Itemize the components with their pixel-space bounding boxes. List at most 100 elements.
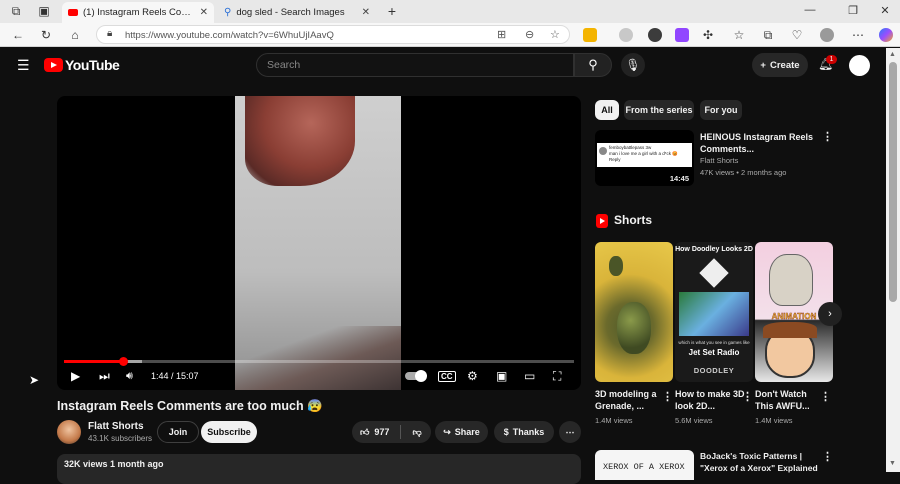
miniplayer-icon[interactable]: ▣ (496, 369, 507, 383)
thumbs-up-icon: 👍︎ (360, 426, 370, 437)
extension-icon[interactable] (583, 28, 597, 42)
chip-for-you[interactable]: For you (700, 100, 742, 120)
shorts-logo-icon (596, 214, 608, 228)
next-icon[interactable]: ⏭︎ (99, 369, 110, 383)
autoplay-toggle[interactable] (405, 370, 427, 382)
hamburger-menu-icon[interactable]: ☰ (17, 57, 30, 74)
video-options-icon[interactable]: ⋮ (822, 130, 833, 143)
zoom-icon[interactable]: ⊖ (525, 28, 534, 41)
collections-icon[interactable]: ⧉ (760, 27, 776, 43)
scroll-up-icon[interactable]: ▲ (889, 51, 896, 58)
video-shadow (235, 326, 401, 390)
copilot-icon[interactable] (879, 28, 893, 42)
restore-icon[interactable]: ❐ (843, 4, 863, 17)
minimize-icon[interactable]: — (800, 4, 820, 16)
channel-avatar[interactable] (57, 420, 81, 444)
like-dislike-group: 👍︎ 977 👎︎ (352, 421, 431, 443)
scroll-down-icon[interactable]: ▼ (889, 460, 896, 467)
workspaces-icon[interactable]: ⧉ (8, 3, 24, 19)
close-tab-icon[interactable]: ✕ (362, 7, 370, 18)
settings-gear-icon[interactable]: ⚙ (467, 369, 478, 383)
thumb-avatar (599, 147, 607, 155)
search-icon: ⚲ (588, 57, 598, 72)
short-bottom-caption: which is what you see in games like (678, 340, 750, 345)
shorts-next-button[interactable]: › (818, 302, 842, 326)
extensions-puzzle-icon[interactable]: ✣ (700, 27, 716, 43)
thanks-button[interactable]: $ Thanks (494, 421, 554, 443)
recommended-video-title[interactable]: BoJack's Toxic Patterns | "Xerox of a Xe… (700, 450, 820, 474)
back-icon[interactable]: ← (10, 27, 26, 43)
recommended-video-thumbnail[interactable]: femboybattlepass 3w man i love me a girl… (595, 130, 694, 186)
more-menu-icon[interactable]: ⋯ (850, 27, 866, 43)
close-tab-icon[interactable]: ✕ (200, 7, 208, 18)
short-thumbnail[interactable] (595, 242, 673, 382)
like-count: 977 (374, 427, 390, 437)
captions-icon[interactable]: CC (438, 371, 456, 382)
tab-youtube[interactable]: (1) Instagram Reels Comments ar ✕ (62, 2, 214, 23)
favorite-star-icon[interactable]: ☆ (550, 28, 560, 41)
recommended-video-title[interactable]: HEINOUS Instagram Reels Comments... (700, 131, 820, 155)
short-options-icon[interactable]: ⋮ (662, 390, 673, 403)
fullscreen-icon[interactable]: ⛶ (553, 369, 561, 383)
video-title: Instagram Reels Comments are too much 😰 (57, 399, 323, 413)
thumbnail-comment-screenshot: femboybattlepass 3w man i love me a girl… (597, 143, 692, 167)
search-input[interactable]: Search (256, 53, 574, 77)
description-box[interactable]: 32K views 1 month ago (57, 454, 581, 484)
grenade-image (617, 302, 651, 354)
short-options-icon[interactable]: ⋮ (742, 390, 753, 403)
thumb-reply: Reply (609, 157, 621, 162)
create-button[interactable]: + Create (752, 53, 808, 77)
share-button[interactable]: ↪ Share (435, 421, 488, 443)
short-title[interactable]: Don't Watch This AWFU... (755, 388, 825, 412)
refresh-icon[interactable]: ↻ (38, 27, 54, 43)
video-options-icon[interactable]: ⋮ (822, 450, 833, 463)
channel-name[interactable]: Flatt Shorts (88, 421, 144, 432)
join-button[interactable]: Join (157, 421, 199, 443)
short-title[interactable]: How to make 3D look 2D... (675, 388, 745, 412)
url-text: https://www.youtube.com/watch?v=6WhuUjIA… (125, 30, 334, 41)
extension-icon[interactable] (648, 28, 662, 42)
account-avatar[interactable] (849, 55, 870, 76)
short-views: 1.4M views (595, 416, 633, 425)
search-placeholder: Search (267, 59, 301, 71)
notifications-button[interactable]: 🔔︎ 1 (818, 55, 837, 71)
dislike-button[interactable]: 👎︎ (412, 427, 421, 438)
tab-actions-icon[interactable]: ▣ (36, 3, 52, 19)
favorites-icon[interactable]: ☆ (731, 27, 747, 43)
search-button[interactable]: ⚲ (574, 53, 612, 77)
game-screenshot (679, 292, 749, 336)
home-icon[interactable]: ⌂ (67, 27, 83, 43)
twitch-extension-icon[interactable] (675, 28, 689, 42)
video-player[interactable]: ▶ ⏭︎ 🔊︎ 1:44 / 15:07 CC ⚙ ▣ ▭ ⛶ (57, 96, 581, 390)
youtube-logo[interactable]: YouTube (44, 57, 120, 73)
tab-bing-images[interactable]: ⚲ dog sled - Search Images ✕ (218, 2, 376, 23)
recommended-video-thumbnail[interactable]: XEROX OF A XEROX (595, 450, 694, 480)
browser-essentials-icon[interactable]: ♡ (789, 27, 805, 43)
subscribe-button[interactable]: Subscribe (201, 421, 257, 443)
chip-all[interactable]: All (595, 100, 619, 120)
voice-search-button[interactable]: 🎙︎ (621, 53, 645, 77)
new-tab-button[interactable]: + (384, 3, 400, 19)
short-options-icon[interactable]: ⋮ (820, 390, 831, 403)
close-window-icon[interactable]: ✕ (875, 4, 895, 17)
page-scrollbar[interactable]: ▲ ▼ (886, 48, 900, 472)
theater-mode-icon[interactable]: ▭ (524, 369, 535, 383)
app-available-icon[interactable]: ⊞ (497, 28, 506, 41)
like-button[interactable]: 👍︎ 977 (360, 427, 389, 438)
short-bottom-caption: Jet Set Radio (688, 348, 740, 357)
scrubber-handle[interactable] (118, 357, 128, 366)
play-icon[interactable]: ▶ (71, 369, 80, 383)
scrollbar-thumb[interactable] (889, 62, 897, 302)
extension-icon[interactable] (619, 28, 633, 42)
address-bar[interactable]: 🔒︎ https://www.youtube.com/watch?v=6WhuU… (96, 25, 570, 44)
short-bottom-caption: DOODLEY (693, 366, 735, 375)
more-actions-button[interactable]: ⋯ (559, 421, 581, 443)
profile-icon[interactable] (820, 28, 834, 42)
short-title[interactable]: 3D modeling a Grenade, ... (595, 388, 665, 412)
chip-from-the-series[interactable]: From the series (624, 100, 694, 120)
progress-bar[interactable] (64, 357, 574, 366)
browser-tab-bar: ⧉ ▣ (1) Instagram Reels Comments ar ✕ ⚲ … (0, 0, 900, 23)
volume-icon[interactable]: 🔊︎ (126, 369, 133, 383)
recommended-video-channel[interactable]: Flatt Shorts (700, 156, 738, 165)
short-thumbnail[interactable]: How Doodley Looks 2D which is what you s… (675, 242, 753, 382)
